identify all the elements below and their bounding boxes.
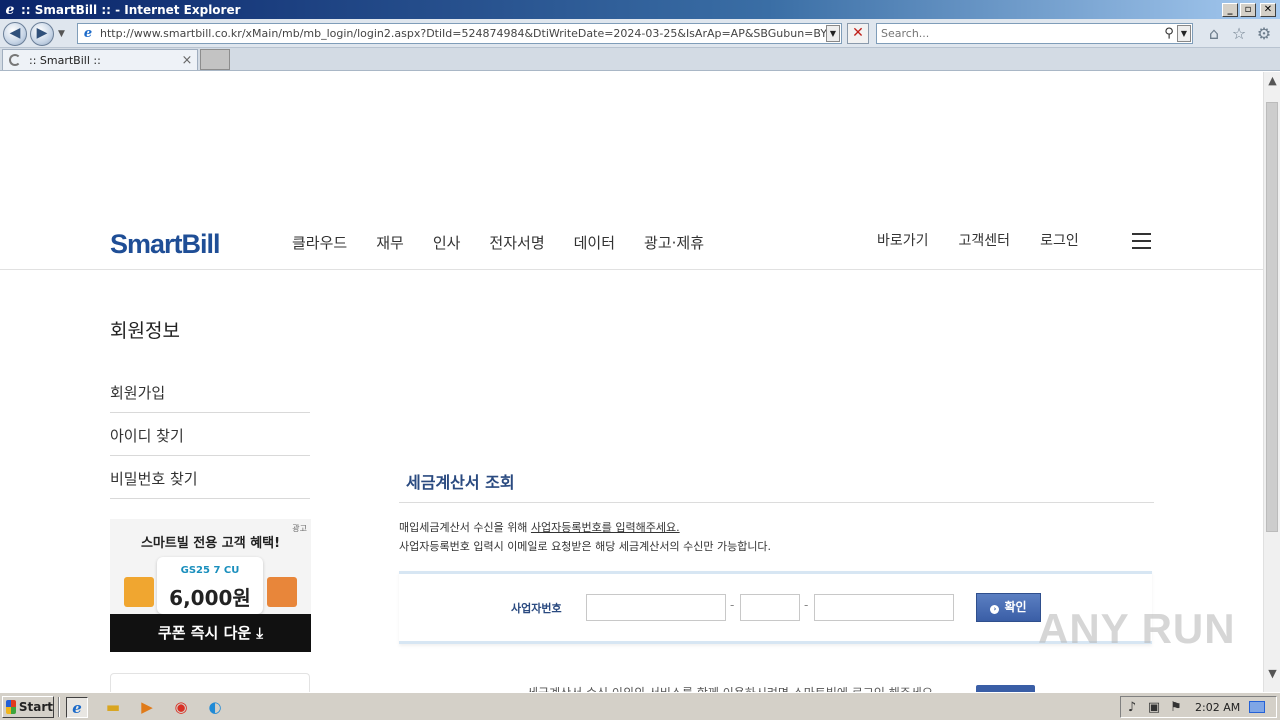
scroll-down-icon[interactable]: ▼ <box>1264 665 1280 682</box>
ie-taskbar-icon[interactable]: e <box>66 697 88 718</box>
stop-loading-button[interactable]: ✕ <box>847 23 869 44</box>
nav-ads[interactable]: 광고·제휴 <box>644 232 704 253</box>
anyrun-watermark: ANY RUN <box>1038 605 1236 652</box>
tab-title: :: SmartBill :: <box>29 53 101 67</box>
volume-icon[interactable]: ♪ <box>1121 700 1143 715</box>
search-box[interactable]: ⚲ ▼ <box>876 23 1193 44</box>
biz-number-field-2[interactable] <box>740 594 800 621</box>
address-url[interactable]: http://www.smartbill.co.kr/xMain/mb/mb_l… <box>100 27 826 40</box>
sidebar-item-find-id[interactable]: 아이디 찾기 <box>110 413 310 456</box>
biz-number-field-3[interactable] <box>814 594 954 621</box>
search-icon[interactable]: ⚲ <box>1161 26 1177 41</box>
main-nav: 클라우드 재무 인사 전자서명 데이터 광고·제휴 <box>292 232 704 253</box>
start-button[interactable]: Start <box>2 696 54 718</box>
show-desktop-icon[interactable] <box>1249 701 1265 713</box>
confirm-button[interactable]: › 확인 <box>976 593 1041 622</box>
coupon-amount: 6,000원 <box>169 586 251 610</box>
search-input[interactable] <box>877 24 1161 43</box>
description-line-1: 매입세금계산서 수신을 위해 사업자등록번호를 입력해주세요. <box>399 519 680 535</box>
smartbill-logo[interactable]: SmartBill <box>110 229 221 260</box>
gear-icon[interactable]: ⚙ <box>1255 25 1273 43</box>
scroll-up-icon[interactable]: ▲ <box>1264 72 1280 89</box>
header-divider <box>0 269 1263 270</box>
section-title: 세금계산서 조회 <box>406 473 515 492</box>
gift-box-icon <box>124 577 154 607</box>
page-favicon-icon: e <box>83 25 93 41</box>
description-prefix: 매입세금계산서 수신을 위해 <box>399 521 531 534</box>
util-shortcut[interactable]: 바로가기 <box>877 230 929 250</box>
window-title: :: SmartBill :: - Internet Explorer <box>21 2 241 17</box>
nav-esign[interactable]: 전자서명 <box>489 232 544 253</box>
dash-separator: - <box>804 598 809 612</box>
clock[interactable]: 2:02 AM <box>1195 701 1243 714</box>
ad-banner[interactable]: 광고 스마트빌 전용 고객 혜택! GS25 7 CU 6,000원 쿠폰 즉시… <box>110 519 311 652</box>
util-support[interactable]: 고객센터 <box>959 230 1011 250</box>
maximize-button[interactable]: ▫ <box>1240 2 1256 17</box>
nav-finance[interactable]: 재무 <box>376 232 404 253</box>
minimize-button[interactable]: _ <box>1222 2 1238 17</box>
coupon-card: GS25 7 CU 6,000원 <box>157 557 263 614</box>
tab-strip: :: SmartBill :: × <box>0 48 1280 71</box>
network-icon[interactable]: ▣ <box>1143 700 1165 715</box>
biz-number-field-1[interactable] <box>586 594 726 621</box>
folder-icon[interactable]: ▬ <box>102 697 124 718</box>
ie-logo-icon: e <box>5 1 15 18</box>
section-divider <box>399 502 1154 503</box>
sidebar-title: 회원정보 <box>110 320 180 342</box>
chrome-icon[interactable]: ◉ <box>170 697 192 718</box>
window-titlebar: e :: SmartBill :: - Internet Explorer _ … <box>0 0 1280 19</box>
vertical-scrollbar[interactable]: ▲ ▼ <box>1263 72 1280 692</box>
util-login[interactable]: 로그인 <box>1040 230 1079 250</box>
action-center-flag-icon[interactable]: ⚑ <box>1165 700 1187 715</box>
search-dropdown-icon[interactable]: ▼ <box>1177 25 1191 42</box>
tab-close-icon[interactable]: × <box>181 53 193 68</box>
history-dropdown-icon[interactable]: ▼ <box>58 29 65 39</box>
sidebar-item-find-password[interactable]: 비밀번호 찾기 <box>110 456 310 499</box>
arrow-bullet-icon: › <box>990 605 1000 614</box>
taskbar-separator <box>58 697 60 717</box>
sidebar-menu: 회원가입 아이디 찾기 비밀번호 찾기 <box>110 370 310 499</box>
loading-spinner-icon <box>9 54 21 66</box>
address-dropdown-icon[interactable]: ▼ <box>826 25 840 42</box>
confirm-label: 확인 <box>1004 600 1027 614</box>
nav-cloud[interactable]: 클라우드 <box>292 232 347 253</box>
address-bar[interactable]: e http://www.smartbill.co.kr/xMain/mb/mb… <box>77 23 842 44</box>
forward-arrow-icon[interactable]: ▶ <box>30 22 54 46</box>
new-tab-button[interactable] <box>200 49 230 70</box>
taskbar: Start e ▬ ▶ ◉ ◐ ♪ ▣ ⚑ 2:02 AM <box>0 692 1280 720</box>
hamburger-menu-icon[interactable] <box>1132 233 1151 250</box>
coupon-brands: GS25 7 CU <box>180 565 240 576</box>
sidebar-item-signup[interactable]: 회원가입 <box>110 370 310 413</box>
tab-smartbill[interactable]: :: SmartBill :: × <box>2 49 198 70</box>
utility-nav: 바로가기 고객센터 로그인 <box>877 230 1079 250</box>
login-hint-text: 세금계산서 수신 이외의 서비스를 함께 이용하시려면 스마트빌에 로그인 해주… <box>527 682 937 692</box>
nav-hr[interactable]: 인사 <box>433 232 461 253</box>
star-icon[interactable]: ☆ <box>1230 25 1248 43</box>
back-arrow-icon[interactable]: ◀ <box>3 22 27 46</box>
nav-data[interactable]: 데이터 <box>574 232 615 253</box>
start-label: Start <box>18 700 53 714</box>
browser-toolbar: ◀ ▶ ▼ e http://www.smartbill.co.kr/xMain… <box>0 19 1280 48</box>
gift-box-icon <box>267 577 297 607</box>
description-highlight: 사업자등록번호를 입력해주세요. <box>530 521 680 534</box>
windows-logo-icon <box>6 700 16 714</box>
banner-title: 스마트빌 전용 고객 혜택! <box>140 536 281 551</box>
scroll-thumb[interactable] <box>1266 102 1278 532</box>
media-player-icon[interactable]: ▶ <box>136 697 158 718</box>
edge-icon[interactable]: ◐ <box>204 697 226 718</box>
description-line-2: 사업자등록번호 입력시 이메일로 요청받은 해당 세금계산서의 수신만 가능합니… <box>399 540 772 553</box>
system-tray: ♪ ▣ ⚑ 2:02 AM <box>1120 696 1277 718</box>
coupon-download-button[interactable]: 쿠폰 즉시 다운 ⤓ <box>110 614 311 652</box>
biz-number-label: 사업자번호 <box>511 602 562 615</box>
window-close-button[interactable]: ✕ <box>1260 2 1276 17</box>
home-icon[interactable]: ⌂ <box>1205 25 1223 43</box>
dash-separator: - <box>730 598 735 612</box>
